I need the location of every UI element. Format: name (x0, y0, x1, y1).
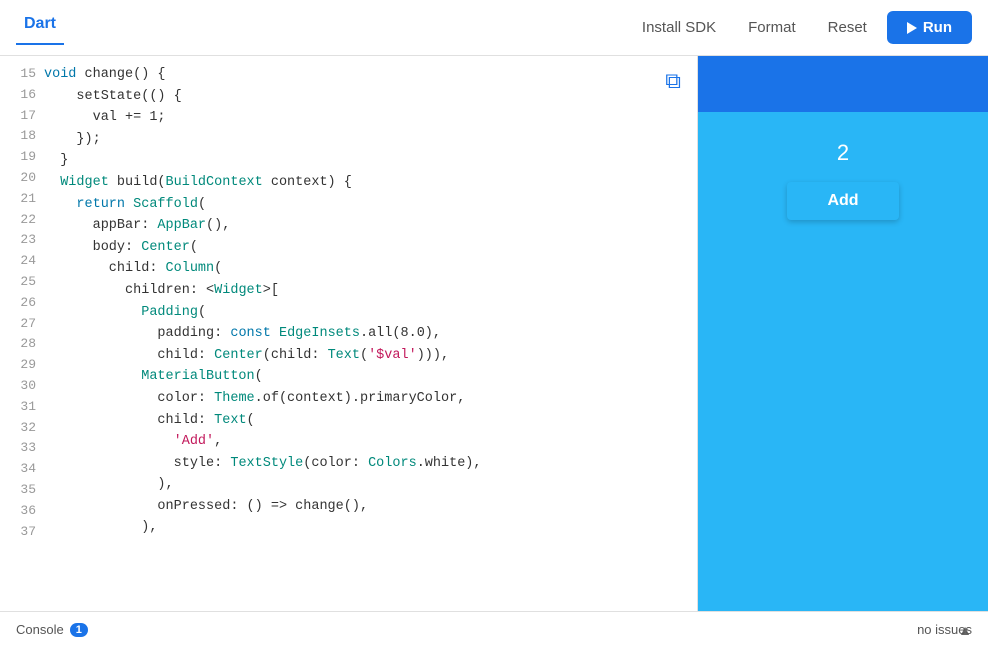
line-number: 29 (8, 355, 36, 376)
code-lines: void change() { setState(() { val += 1; … (44, 64, 697, 603)
code-line: child: Text( (44, 410, 657, 432)
code-line: MaterialButton( (44, 366, 657, 388)
code-line: children: <Widget>[ (44, 280, 657, 302)
copy-icon: ⧉ (665, 68, 681, 93)
format-button[interactable]: Format (736, 13, 808, 42)
code-line: padding: const EdgeInsets.all(8.0), (44, 323, 657, 345)
code-line: appBar: AppBar(), (44, 215, 657, 237)
line-number: 26 (8, 293, 36, 314)
header-actions: Install SDK Format Reset Run (630, 11, 972, 44)
line-number: 27 (8, 314, 36, 335)
code-line: body: Center( (44, 237, 657, 259)
tab-dart[interactable]: Dart (16, 11, 64, 45)
console-badge: 1 (70, 623, 88, 637)
line-number: 33 (8, 438, 36, 459)
line-number: 21 (8, 189, 36, 210)
line-number: 30 (8, 376, 36, 397)
code-line: onPressed: () => change(), (44, 496, 657, 518)
code-line: 'Add', (44, 431, 657, 453)
line-number: 18 (8, 126, 36, 147)
line-number: 24 (8, 251, 36, 272)
code-line: val += 1; (44, 107, 657, 129)
line-number: 32 (8, 418, 36, 439)
line-number: 15 (8, 64, 36, 85)
code-line: color: Theme.of(context).primaryColor, (44, 388, 657, 410)
reset-button[interactable]: Reset (816, 13, 879, 42)
run-button[interactable]: Run (887, 11, 972, 44)
code-line: Widget build(BuildContext context) { (44, 172, 657, 194)
line-number: 36 (8, 501, 36, 522)
code-line: }); (44, 129, 657, 151)
run-label: Run (923, 19, 952, 36)
code-line: return Scaffold( (44, 194, 657, 216)
line-number: 17 (8, 106, 36, 127)
line-number: 31 (8, 397, 36, 418)
play-icon (907, 22, 917, 34)
preview-pane: 2 Add (698, 56, 988, 611)
console-text: Console (16, 622, 64, 637)
line-number: 19 (8, 147, 36, 168)
line-numbers: 1516171819202122232425262728293031323334… (0, 64, 44, 603)
line-number: 16 (8, 85, 36, 106)
code-line: setState(() { (44, 86, 657, 108)
line-number: 35 (8, 480, 36, 501)
preview-top-bar (698, 56, 988, 112)
add-button[interactable]: Add (787, 182, 898, 220)
line-number: 23 (8, 230, 36, 251)
code-line: ), (44, 474, 657, 496)
code-line: child: Column( (44, 258, 657, 280)
console-label: Console 1 (16, 622, 88, 637)
code-line: ), (44, 517, 657, 539)
counter-value: 2 (837, 140, 849, 166)
code-area[interactable]: 1516171819202122232425262728293031323334… (0, 56, 697, 611)
line-number: 28 (8, 334, 36, 355)
preview-content: 2 Add (787, 112, 898, 220)
code-line: void change() { (44, 64, 657, 86)
line-number: 25 (8, 272, 36, 293)
editor-pane: 1516171819202122232425262728293031323334… (0, 56, 698, 611)
install-sdk-button[interactable]: Install SDK (630, 13, 728, 42)
code-line: } (44, 150, 657, 172)
console-bar: Console 1 ▲ no issues (0, 611, 988, 647)
code-line: Padding( (44, 302, 657, 324)
main-area: 1516171819202122232425262728293031323334… (0, 56, 988, 611)
no-issues-label: no issues (917, 622, 972, 637)
copy-button[interactable]: ⧉ (665, 68, 681, 94)
code-line: child: Center(child: Text('$val'))), (44, 345, 657, 367)
line-number: 22 (8, 210, 36, 231)
line-number: 34 (8, 459, 36, 480)
line-number: 37 (8, 522, 36, 543)
code-line: style: TextStyle(color: Colors.white), (44, 453, 657, 475)
header: Dart Install SDK Format Reset Run (0, 0, 988, 56)
line-number: 20 (8, 168, 36, 189)
